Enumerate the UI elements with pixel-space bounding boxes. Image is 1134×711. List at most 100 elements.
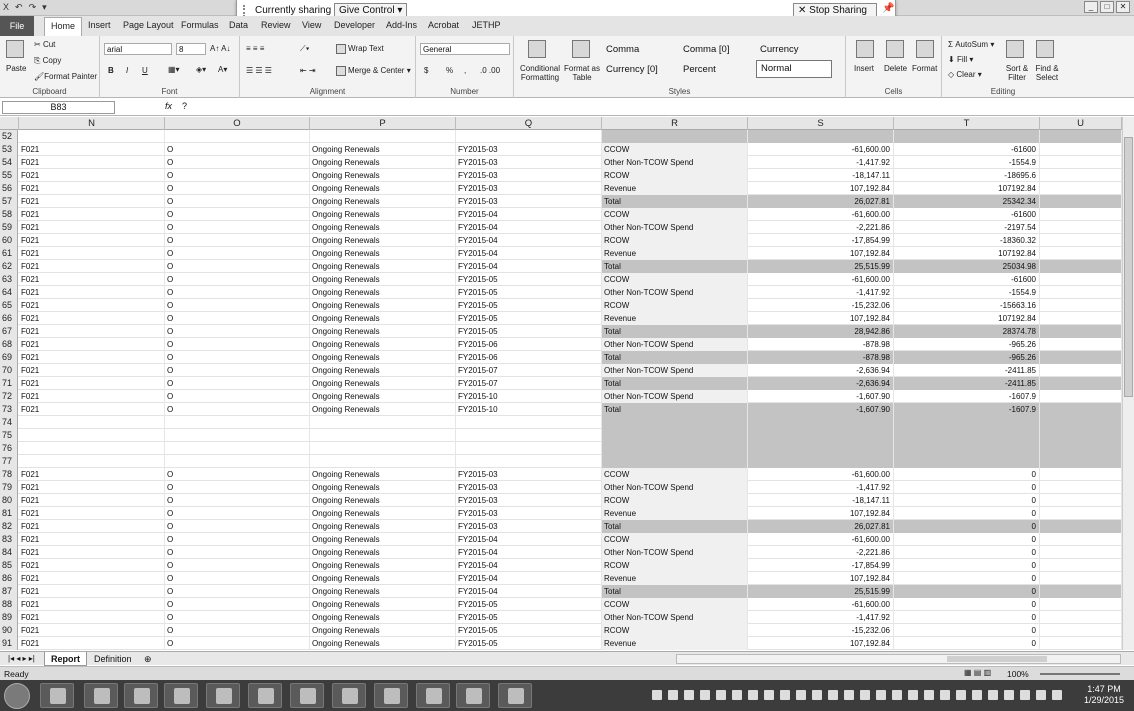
cell-r[interactable]: Other Non-TCOW Spend [602,286,748,299]
cell-r[interactable]: RCOW [602,559,748,572]
cell-t[interactable] [894,442,1040,455]
indent-icon[interactable]: ⇤ ⇥ [300,66,316,75]
explorer-taskbar-icon[interactable] [84,683,118,708]
zoom-level[interactable]: 100% [1007,669,1029,679]
cell-r[interactable] [602,416,748,429]
cell-s[interactable]: -17,854.99 [748,559,894,572]
cell-n[interactable]: F021 [19,273,165,286]
format-cells-icon[interactable] [916,40,934,58]
cell-t[interactable]: 0 [894,533,1040,546]
tool-taskbar-icon[interactable] [374,683,408,708]
row-header[interactable]: 58 [0,208,18,221]
cell-o[interactable]: O [165,156,310,169]
cell-r[interactable] [602,429,748,442]
cell-p[interactable]: Ongoing Renewals [310,247,456,260]
tab-jethp[interactable]: JETHP [472,20,501,30]
customize-qat-icon[interactable]: ▾ [42,2,47,13]
tab-data[interactable]: Data [229,20,248,30]
cell-t[interactable]: 107192.84 [894,312,1040,325]
cell-q[interactable]: FY2015-05 [456,598,602,611]
cell-s[interactable]: -61,600.00 [748,143,894,156]
row-header[interactable]: 87 [0,585,18,598]
column-header-o[interactable]: O [165,117,310,130]
cell-r[interactable]: Other Non-TCOW Spend [602,390,748,403]
autosum-button[interactable]: Σ AutoSum ▾ [948,40,994,49]
row-header[interactable]: 52 [0,130,18,143]
sort-filter-button[interactable]: Sort & Filter [1002,64,1032,82]
cell-o[interactable]: O [165,351,310,364]
taskbar-clock[interactable]: 1:47 PM 1/29/2015 [1076,684,1132,706]
cell-q[interactable]: FY2015-03 [456,468,602,481]
column-header-t[interactable]: T [894,117,1040,130]
cell-n[interactable] [19,416,165,429]
cell-o[interactable]: O [165,338,310,351]
cell-t[interactable]: 25034.98 [894,260,1040,273]
cell-u[interactable] [1040,546,1122,559]
tab-page-layout[interactable]: Page Layout [123,20,174,30]
cell-o[interactable] [165,429,310,442]
style-normal[interactable]: Normal [756,60,832,78]
acrobat-taskbar-icon[interactable] [416,683,450,708]
wrap-text-button[interactable]: Wrap Text [336,44,384,54]
underline-button[interactable]: U [142,66,148,75]
cell-r[interactable]: Revenue [602,507,748,520]
tray-icon[interactable] [652,690,662,700]
cell-s[interactable]: 107,192.84 [748,507,894,520]
cell-o[interactable]: O [165,286,310,299]
cell-q[interactable]: FY2015-05 [456,637,602,650]
select-all-corner[interactable] [0,117,19,130]
insert-cells-button[interactable]: Insert [854,64,874,73]
cell-o[interactable]: O [165,403,310,416]
cell-p[interactable]: Ongoing Renewals [310,546,456,559]
tray-icon[interactable] [956,690,966,700]
copy-button[interactable]: ⎘ Copy [34,56,61,66]
cell-q[interactable]: FY2015-03 [456,494,602,507]
cell-u[interactable] [1040,416,1122,429]
cell-n[interactable]: F021 [19,286,165,299]
cell-p[interactable]: Ongoing Renewals [310,351,456,364]
cell-u[interactable] [1040,559,1122,572]
fill-color-icon[interactable]: ◈▾ [196,65,206,74]
cell-o[interactable]: O [165,273,310,286]
row-header[interactable]: 53 [0,143,18,156]
cell-n[interactable]: F021 [19,260,165,273]
find-select-button[interactable]: Find & Select [1032,64,1062,82]
style-currency[interactable]: Currency [760,44,799,55]
cell-t[interactable]: -1607.9 [894,403,1040,416]
cell-n[interactable]: F021 [19,559,165,572]
cell-p[interactable]: Ongoing Renewals [310,312,456,325]
tab-add-ins[interactable]: Add-Ins [386,20,417,30]
tray-icon[interactable] [988,690,998,700]
tray-icon[interactable] [940,690,950,700]
column-header-s[interactable]: S [748,117,894,130]
cell-n[interactable] [19,455,165,468]
cell-s[interactable]: -1,417.92 [748,481,894,494]
cell-o[interactable]: O [165,546,310,559]
tab-review[interactable]: Review [261,20,291,30]
tray-icon[interactable] [732,690,742,700]
cell-t[interactable]: 107192.84 [894,182,1040,195]
cell-s[interactable]: -2,221.86 [748,546,894,559]
row-header[interactable]: 69 [0,351,18,364]
tray-icon[interactable] [1052,690,1062,700]
cell-r[interactable]: Other Non-TCOW Spend [602,364,748,377]
row-header[interactable]: 63 [0,273,18,286]
cell-s[interactable]: -878.98 [748,351,894,364]
orientation-icon[interactable]: ⟋▾ [300,44,310,54]
cell-s[interactable] [748,442,894,455]
row-header[interactable]: 66 [0,312,18,325]
cell-t[interactable]: -965.26 [894,338,1040,351]
cell-p[interactable]: Ongoing Renewals [310,403,456,416]
cell-q[interactable]: FY2015-04 [456,234,602,247]
paint-taskbar-icon[interactable] [456,683,490,708]
cell-p[interactable]: Ongoing Renewals [310,468,456,481]
cell-p[interactable]: Ongoing Renewals [310,143,456,156]
style-percent[interactable]: Percent [683,64,716,75]
cell-r[interactable] [602,455,748,468]
cell-n[interactable]: F021 [19,403,165,416]
cell-n[interactable]: F021 [19,325,165,338]
cell-q[interactable]: FY2015-04 [456,533,602,546]
cell-s[interactable] [748,130,894,143]
cell-t[interactable]: 0 [894,546,1040,559]
bold-button[interactable]: B [108,66,114,75]
